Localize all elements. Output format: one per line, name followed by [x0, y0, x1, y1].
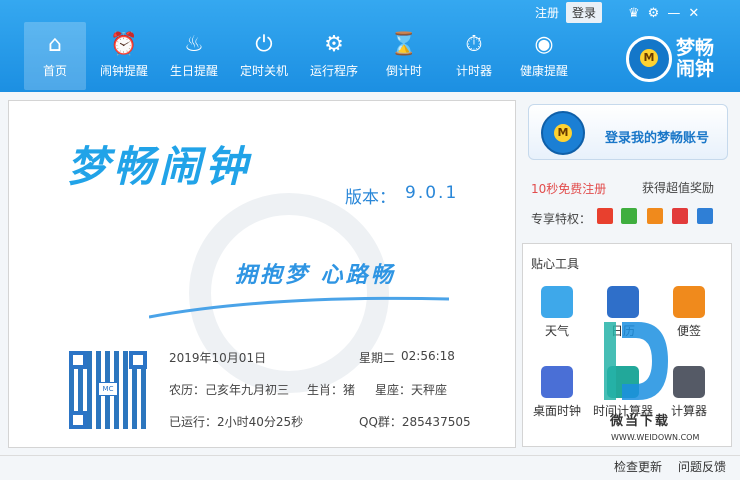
weekday-text: 星期二 — [359, 351, 396, 365]
time-text: 02:56:18 — [401, 349, 455, 363]
nav-shutdown[interactable]: ⏻ 定时关机 — [233, 22, 295, 90]
date-text: 2019年10月01日 — [169, 351, 267, 365]
calculator-icon — [673, 366, 705, 398]
privilege-vip-icon[interactable] — [697, 208, 713, 224]
app-window: ⌂ 首页 ⏰ 闹钟提醒 ♨ 生日提醒 ⏻ 定时关机 ⚙ 运行程序 ⌛ 倒计时 ⏱… — [0, 0, 740, 480]
register-link[interactable]: 注册 — [535, 4, 559, 21]
app-title-art: 梦畅闹钟 — [67, 142, 252, 191]
nav-label: 首页 — [42, 64, 67, 78]
login-account-card[interactable]: M 登录我的梦畅账号 — [528, 104, 728, 160]
minimize-icon[interactable]: — — [667, 6, 688, 21]
lunar-date-text: 农历：己亥年九月初三 — [169, 383, 290, 397]
check-update-link[interactable]: 检查更新 — [614, 458, 662, 475]
desktop-clock-icon — [541, 366, 573, 398]
nav-countdown[interactable]: ⌛ 倒计时 — [373, 22, 435, 90]
top-toolbar: ⌂ 首页 ⏰ 闹钟提醒 ♨ 生日提醒 ⏻ 定时关机 ⚙ 运行程序 ⌛ 倒计时 ⏱… — [0, 0, 740, 92]
version-value: 9.0.1 — [405, 183, 459, 203]
nav-label: 计时器 — [455, 64, 492, 78]
tool-label: 桌面时钟 — [532, 404, 581, 418]
logo-line: 闹钟 — [676, 58, 715, 80]
app-logo-text: 梦畅 闹钟 — [676, 38, 736, 80]
nav-run-program[interactable]: ⚙ 运行程序 — [303, 22, 365, 90]
nav-label: 倒计时 — [385, 64, 422, 78]
qr-center-logo: MC — [98, 382, 118, 396]
reward-link[interactable]: 获得超值奖励 — [642, 179, 714, 196]
runtime-text: 已运行：2小时40分25秒 — [169, 415, 304, 429]
weidown-watermark-icon — [604, 322, 668, 400]
privilege-label: 专享特权： — [531, 212, 592, 226]
hourglass-icon: ⌛ — [390, 32, 418, 57]
tool-weather[interactable]: 天气 — [525, 286, 589, 339]
nav-label: 闹钟提醒 — [99, 64, 148, 78]
qr-finder — [69, 351, 87, 369]
login-account-label: 登录我的梦畅账号 — [605, 131, 710, 146]
logo-badge: M — [640, 49, 658, 67]
watermark-text: 微当下载 — [610, 414, 671, 429]
zodiac-text: 生肖：猪 — [307, 383, 356, 397]
avatar: M — [541, 111, 585, 155]
nav-alarm[interactable]: ⏰ 闹钟提醒 — [93, 22, 155, 90]
skin-icon[interactable]: ♛ — [628, 6, 648, 21]
login-button[interactable]: 登录 — [566, 2, 603, 23]
nav-label: 运行程序 — [309, 64, 358, 78]
weather-icon — [541, 286, 573, 318]
home-panel: 梦畅闹钟 版本： 9.0.1 拥抱梦 心路畅 MC 2019年10月01日 星期… — [8, 100, 516, 448]
privilege-present-icon[interactable] — [672, 208, 688, 224]
gear-icon: ⚙ — [324, 32, 344, 57]
logo-line: 梦畅 — [676, 37, 715, 59]
constellation-text: 星座：天秤座 — [375, 383, 448, 397]
nav-health[interactable]: ◉ 健康提醒 — [513, 22, 575, 90]
nav-label: 定时关机 — [239, 64, 288, 78]
nav-birthday[interactable]: ♨ 生日提醒 — [163, 22, 225, 90]
nav-timer[interactable]: ⏱ 计时器 — [443, 22, 505, 90]
privilege-link-icon[interactable] — [621, 208, 637, 224]
tool-desktop-clock[interactable]: 桌面时钟 — [525, 366, 589, 419]
tool-label: 计算器 — [670, 404, 707, 418]
version-label: 版本： — [345, 188, 396, 208]
free-register-link[interactable]: 10秒免费注册 — [531, 180, 606, 197]
tool-label: 天气 — [544, 324, 569, 338]
home-icon: ⌂ — [48, 32, 62, 57]
eye-icon: ◉ — [534, 32, 554, 57]
alarm-clock-icon: ⏰ — [110, 32, 138, 57]
birthday-cake-icon: ♨ — [184, 32, 204, 57]
logo-icon: M — [626, 36, 672, 82]
swoosh-decoration — [149, 296, 449, 319]
power-icon: ⏻ — [255, 32, 273, 57]
slogan: 拥抱梦 心路畅 — [235, 262, 396, 288]
avatar-badge: M — [554, 124, 572, 142]
stopwatch-icon: ⏱ — [465, 32, 483, 57]
tools-title: 贴心工具 — [531, 257, 580, 271]
nav-home[interactable]: ⌂ 首页 — [24, 22, 86, 90]
close-icon[interactable]: ✕ — [688, 6, 707, 21]
feedback-link[interactable]: 问题反馈 — [678, 458, 726, 475]
nav-label: 健康提醒 — [519, 64, 568, 78]
tool-label: 便签 — [676, 324, 701, 338]
note-icon — [673, 286, 705, 318]
nav-label: 生日提醒 — [169, 64, 218, 78]
qr-code: MC — [69, 351, 147, 429]
qr-finder — [129, 351, 147, 369]
watermark-url: WWW.WEIDOWN.COM — [611, 433, 700, 442]
privilege-skin-icon[interactable] — [647, 208, 663, 224]
settings-icon[interactable]: ⚙ — [648, 6, 668, 21]
qr-finder — [69, 411, 87, 429]
qq-group-text: QQ群：285437505 — [359, 415, 471, 429]
privilege-gift-icon[interactable] — [597, 208, 613, 224]
window-controls: ♛⚙—✕ — [628, 6, 707, 21]
